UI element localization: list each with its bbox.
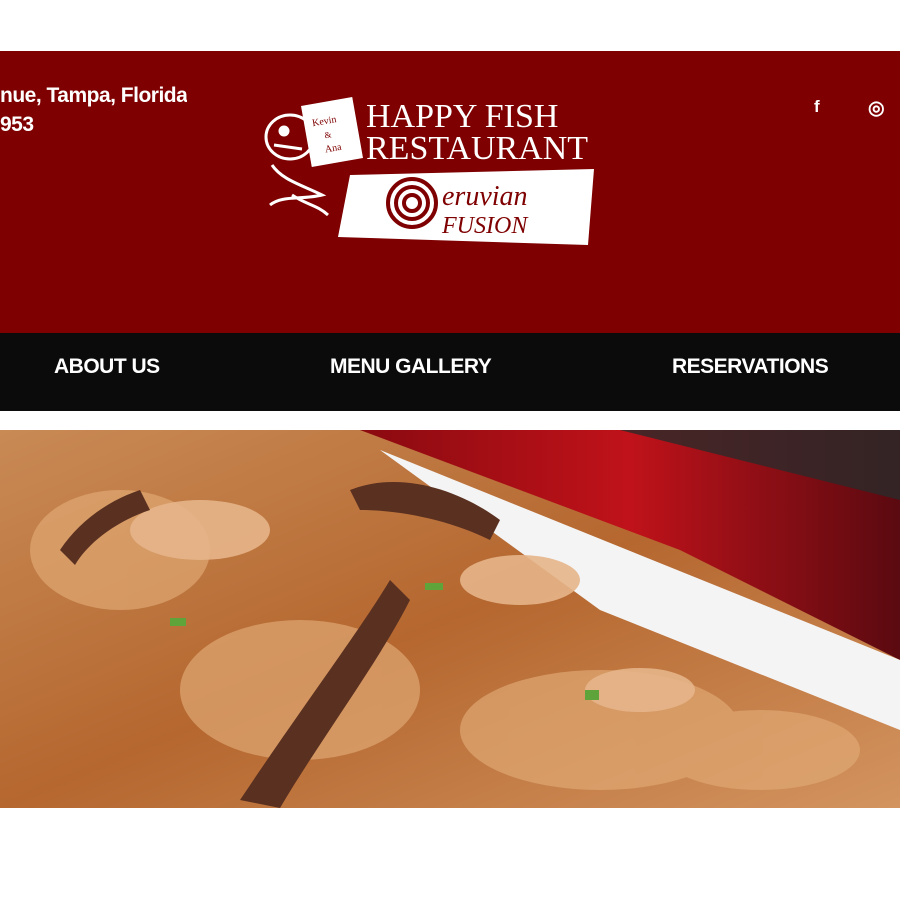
instagram-icon[interactable]: ◎ bbox=[868, 97, 885, 120]
address-street: nue, Tampa, Florida bbox=[0, 84, 188, 107]
address-phone[interactable]: 953 bbox=[0, 110, 187, 139]
logo-tagline-part2: FUSION bbox=[441, 213, 529, 239]
nav-reservations[interactable]: RESERVATIONS bbox=[672, 355, 829, 379]
address-block: nue, Tampa, Florida 953 bbox=[0, 81, 187, 139]
hero-food-image bbox=[0, 430, 900, 808]
logo-line2: RESTAURANT bbox=[366, 130, 588, 167]
fried-rice-photo bbox=[0, 430, 900, 808]
nav-about-us[interactable]: ABOUT US bbox=[54, 355, 160, 379]
main-navigation: ABOUT US MENU GALLERY RESERVATIONS bbox=[0, 333, 900, 411]
book-icon: Kevin & Ana bbox=[301, 96, 363, 168]
logo-tagline-part1: eruvian bbox=[442, 181, 528, 212]
nav-menu-gallery[interactable]: MENU GALLERY bbox=[330, 355, 492, 379]
facebook-icon[interactable]: f bbox=[814, 97, 820, 117]
site-header: nue, Tampa, Florida 953 Kevin & Ana HAPP… bbox=[0, 51, 900, 333]
restaurant-logo[interactable]: Kevin & Ana HAPPY FISH RESTAURANT eruvia… bbox=[262, 95, 598, 247]
